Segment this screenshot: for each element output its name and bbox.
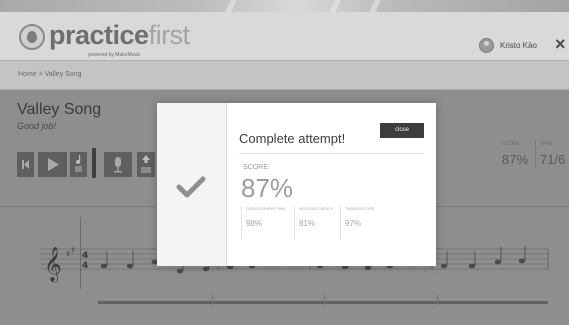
score-value: 87% <box>502 152 529 167</box>
banner-streak <box>225 0 237 12</box>
user-icon[interactable] <box>479 38 494 53</box>
dialog-score-label: SCORE: <box>243 164 270 171</box>
dialog-score-value: 87% <box>241 173 294 203</box>
bpm-label: BPM <box>541 141 552 147</box>
svg-text:4: 4 <box>82 261 88 271</box>
timeline-tick <box>437 295 438 305</box>
breakdown-value: 98% <box>246 219 263 228</box>
music-note-button[interactable] <box>70 152 87 177</box>
breakdown-item: TIMING/SCORE 97% <box>340 206 396 240</box>
attempt-complete-dialog: Complete attempt! close SCORE: 87% DURAT… <box>157 103 436 266</box>
svg-text:𝄞: 𝄞 <box>44 247 62 283</box>
dialog-close-button[interactable]: close <box>380 123 424 138</box>
upload-icon <box>141 155 151 173</box>
checkmark-icon <box>176 176 206 198</box>
logo-accent-text: first <box>148 20 191 50</box>
microphone-icon <box>114 157 122 173</box>
svg-text:♯: ♯ <box>71 246 75 256</box>
dialog-title: Complete attempt! <box>239 131 346 146</box>
timeline-tick <box>324 295 325 305</box>
dialog-divider <box>239 153 424 154</box>
score-label: SCORE <box>502 141 520 147</box>
svg-text:♯: ♯ <box>66 250 70 260</box>
song-feedback: Good job! <box>17 121 57 131</box>
logo-tagline: powered by MakeMusic <box>88 52 141 58</box>
upload-button[interactable] <box>137 152 155 177</box>
user-name[interactable]: Kristo Käo <box>500 41 537 50</box>
breakdown-label: TIMING/SCORE <box>345 206 375 211</box>
svg-text:4: 4 <box>82 251 88 261</box>
dialog-side-panel <box>157 103 227 266</box>
breadcrumb[interactable]: Home > Valley Song <box>18 71 82 78</box>
app-header: practicefirst powered by MakeMusic Krist… <box>0 12 569 60</box>
bpm-value: 71/6 <box>540 152 566 167</box>
play-icon <box>48 158 59 171</box>
breadcrumb-bar: Home > Valley Song <box>0 60 569 90</box>
close-icon[interactable]: × <box>555 35 566 53</box>
breakdown-label: DURATION/RHYTHM <box>246 206 285 211</box>
skip-back-button[interactable] <box>17 152 34 177</box>
song-title: Valley Song <box>17 101 102 118</box>
control-divider <box>92 148 96 178</box>
logo[interactable]: practicefirst <box>49 20 190 50</box>
banner-streak <box>369 0 381 12</box>
logo-main-text: practice <box>49 20 149 50</box>
breakdown-item: DURATION/RHYTHM 98% <box>241 206 297 240</box>
banner-streak <box>329 0 341 12</box>
top-banner-strip <box>0 0 569 12</box>
record-button[interactable] <box>104 152 132 177</box>
timeline-tick <box>212 295 213 305</box>
score-divider <box>535 140 536 168</box>
breakdown-value: 97% <box>345 219 362 228</box>
logo-mark-icon <box>19 24 45 50</box>
skip-back-icon <box>22 160 29 169</box>
play-button[interactable] <box>38 152 67 177</box>
music-note-icon <box>75 155 82 172</box>
progress-timeline[interactable] <box>98 301 548 304</box>
